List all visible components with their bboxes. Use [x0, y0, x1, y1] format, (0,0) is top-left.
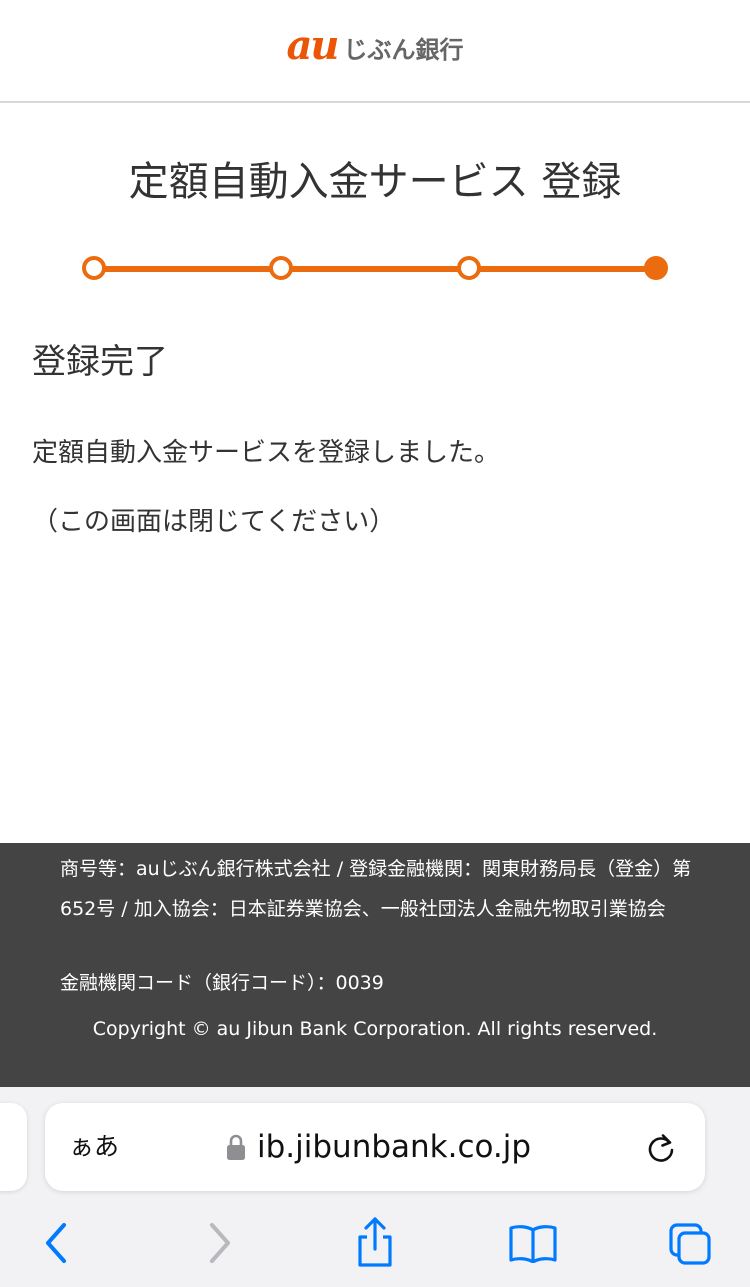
step-3-dot [457, 256, 481, 280]
bank-logo[interactable]: au じぶん銀行 [286, 21, 464, 69]
logo-bank-name: じぶん銀行 [343, 35, 464, 64]
step-2-dot [269, 256, 293, 280]
footer-copyright: Copyright © au Jibun Bank Corporation. A… [92, 1018, 658, 1040]
step-1-dot [82, 256, 106, 280]
site-footer: 商号等：auじぶん銀行株式会社 / 登録金融機関：関東財務局長（登金）第652号… [0, 843, 750, 1087]
tabs-icon[interactable] [667, 1221, 713, 1267]
footer-bank-code: 金融機関コード（銀行コード）：0039 [60, 972, 384, 994]
back-icon[interactable] [40, 1221, 72, 1265]
site-header: au じぶん銀行 [0, 0, 750, 103]
forward-icon[interactable] [204, 1221, 236, 1265]
url-text: ib.jibunbank.co.jp [257, 1129, 532, 1165]
bookmarks-icon[interactable] [508, 1223, 558, 1263]
completion-heading: 登録完了 [32, 342, 168, 382]
close-screen-note: （この画面は閉じてください） [32, 507, 396, 537]
footer-legal-text: 商号等：auじぶん銀行株式会社 / 登録金融機関：関東財務局長（登金）第652号… [60, 858, 692, 920]
text-size-button[interactable]: ぁあ [69, 1129, 119, 1165]
page-title: 定額自動入金サービス 登録 [128, 159, 622, 205]
browser-chrome: ぁあ ib.jibunbank.co.jp [0, 1087, 750, 1287]
completion-message: 定額自動入金サービスを登録しました。 [32, 438, 501, 468]
previous-tab-edge[interactable] [0, 1103, 27, 1191]
stepper-line [94, 266, 656, 272]
step-4-dot-current [644, 256, 668, 280]
lock-icon [227, 1134, 245, 1160]
logo-au-mark: au [286, 21, 340, 69]
progress-stepper [82, 256, 668, 282]
share-icon[interactable] [354, 1215, 396, 1269]
url-field[interactable]: ib.jibunbank.co.jp [227, 1125, 531, 1169]
reload-icon[interactable] [645, 1131, 677, 1165]
address-bar[interactable]: ぁあ ib.jibunbank.co.jp [45, 1103, 705, 1191]
